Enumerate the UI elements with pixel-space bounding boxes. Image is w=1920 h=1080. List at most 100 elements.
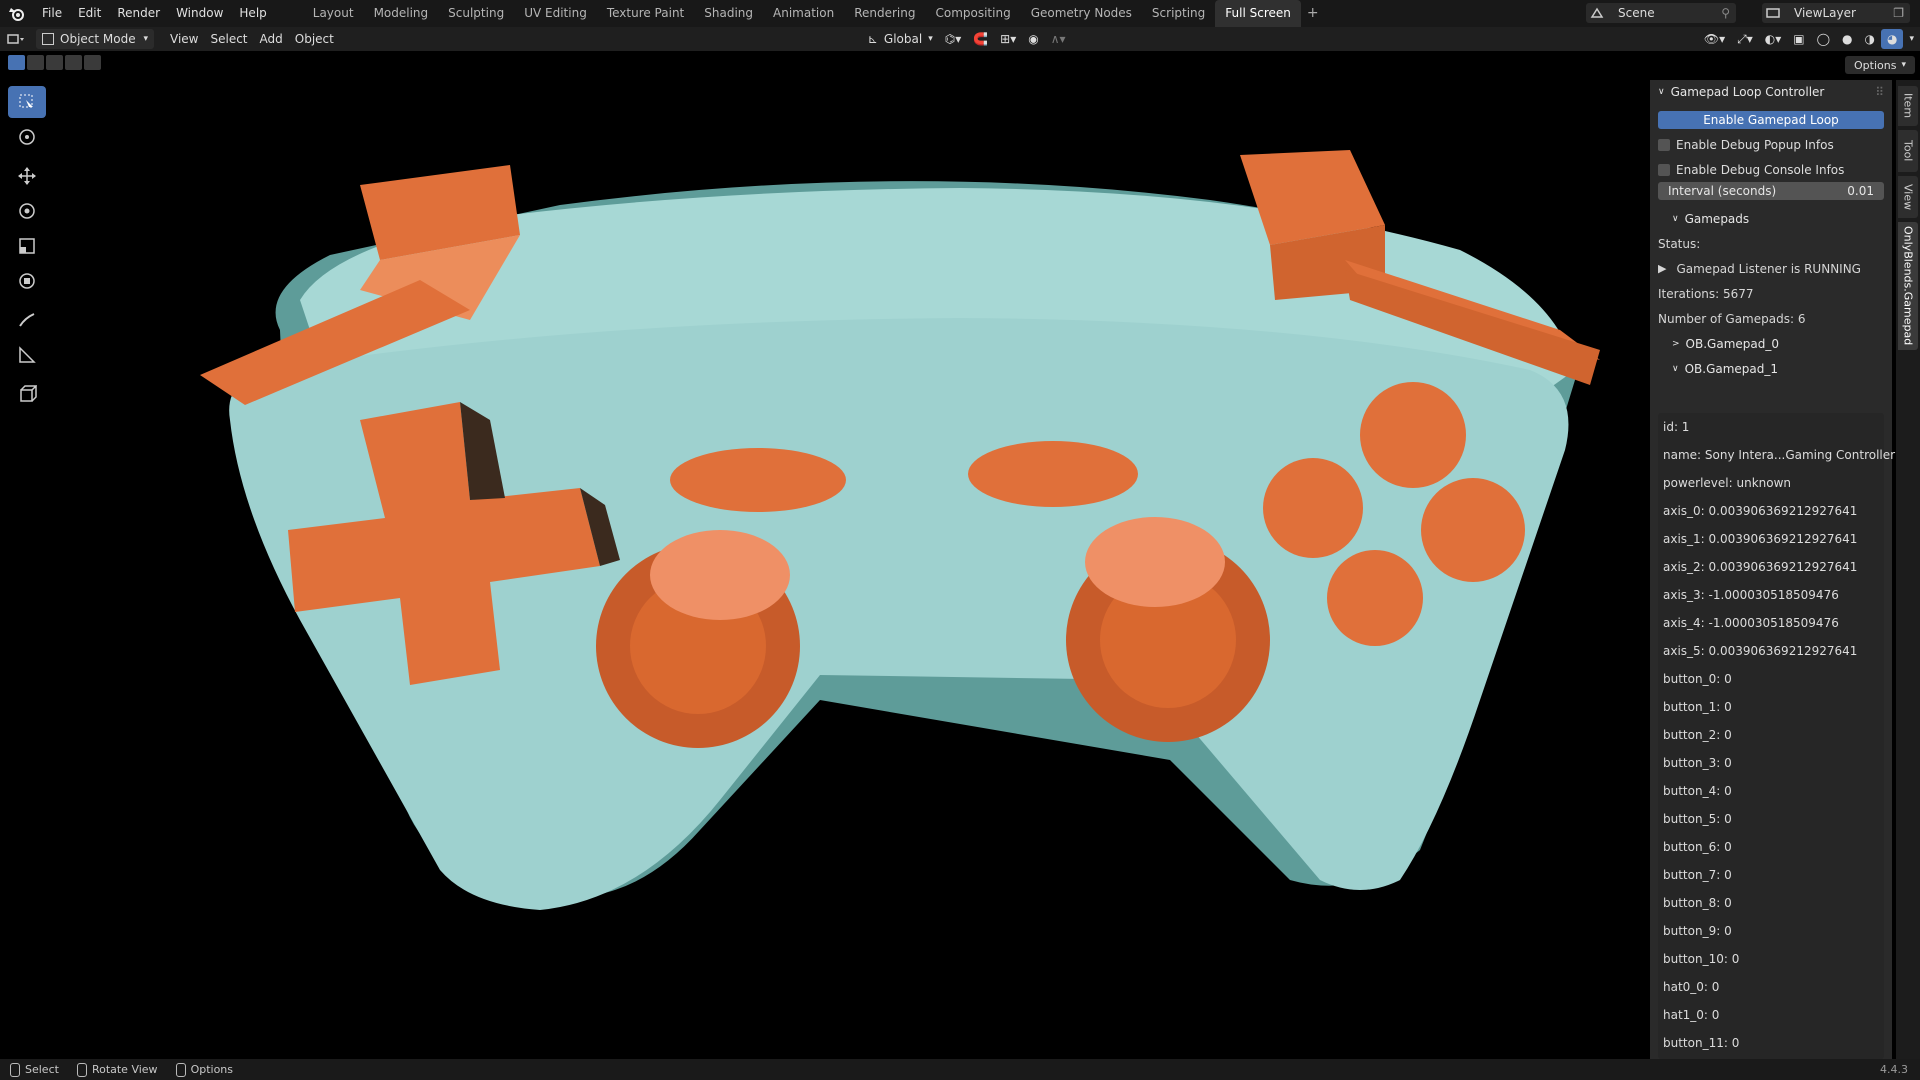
falloff-icon[interactable]: ∧▾	[1045, 29, 1072, 49]
menu-edit[interactable]: Edit	[70, 0, 109, 27]
tab-tool[interactable]: Tool	[1898, 130, 1918, 172]
select-extend-icon[interactable]	[27, 55, 44, 70]
mouse-right-icon	[175, 1062, 186, 1077]
proportional-edit-icon[interactable]: ◉	[1022, 29, 1044, 49]
viewport-header: Object Mode ▾ View Select Add Object ⊾ G…	[0, 27, 1920, 51]
gamepad-0-header[interactable]: > OB.Gamepad_0	[1650, 331, 1892, 356]
scale-tool-icon[interactable]	[8, 230, 46, 262]
viewlayer-selector[interactable]: ViewLayer ❐	[1762, 3, 1910, 23]
tab-item[interactable]: Item	[1898, 86, 1918, 126]
selection-mode-group	[8, 55, 101, 70]
tab-scripting[interactable]: Scripting	[1142, 0, 1215, 27]
debug-popup-checkbox[interactable]	[1658, 138, 1670, 151]
mode-dropdown[interactable]: Object Mode ▾	[36, 29, 154, 49]
blender-logo-icon[interactable]	[0, 6, 34, 22]
orientation-dropdown[interactable]: ⊾ Global ▾	[862, 29, 939, 49]
visibility-icon[interactable]: 👁▾	[1698, 29, 1731, 49]
gamepad-1-label: OB.Gamepad_1	[1684, 361, 1779, 376]
tab-modeling[interactable]: Modeling	[364, 0, 439, 27]
tab-compositing[interactable]: Compositing	[925, 0, 1020, 27]
info-row: button_1: 0	[1663, 700, 1732, 714]
tab-item-label: Item	[1901, 93, 1915, 119]
menu-select[interactable]: Select	[204, 29, 253, 49]
viewlayer-icon	[1762, 7, 1784, 19]
menu-object[interactable]: Object	[289, 29, 340, 49]
enable-gamepad-loop-button[interactable]: Enable Gamepad Loop	[1658, 111, 1884, 129]
tab-layout[interactable]: Layout	[303, 0, 364, 27]
menu-help[interactable]: Help	[231, 0, 274, 27]
snap-target-icon[interactable]: ⊞▾	[994, 29, 1022, 49]
tab-texture-paint[interactable]: Texture Paint	[597, 0, 694, 27]
scene-selector[interactable]: Scene ⚲	[1586, 3, 1736, 23]
add-workspace-icon[interactable]: +	[1301, 0, 1325, 27]
info-row: button_11: 0	[1663, 1036, 1740, 1050]
select-new-icon[interactable]	[8, 55, 25, 70]
tab-view[interactable]: View	[1898, 176, 1918, 218]
3d-viewport[interactable]	[0, 51, 1650, 1059]
copy-icon[interactable]: ❐	[1893, 6, 1904, 20]
rotate-tool-icon[interactable]	[8, 195, 46, 227]
rendered-shading-icon[interactable]: ◕	[1880, 29, 1904, 49]
status-rotate: Rotate View	[76, 1062, 158, 1077]
chevron-down-icon: ∨	[1658, 87, 1665, 97]
menu-view[interactable]: View	[164, 29, 204, 49]
tab-geometry-nodes[interactable]: Geometry Nodes	[1021, 0, 1142, 27]
editor-type-button[interactable]	[0, 29, 32, 49]
tab-full-screen[interactable]: Full Screen	[1215, 0, 1301, 27]
chevron-down-icon: ▾	[1901, 60, 1906, 70]
iterations-text: Iterations: 5677	[1658, 286, 1754, 301]
gizmo-icon[interactable]: ⤢▾	[1731, 29, 1759, 49]
info-row: button_9: 0	[1663, 924, 1732, 938]
info-row: button_3: 0	[1663, 756, 1732, 770]
tab-shading[interactable]: Shading	[694, 0, 763, 27]
move-tool-icon[interactable]	[8, 160, 46, 192]
menu-file[interactable]: File	[34, 0, 70, 27]
debug-console-checkbox-row[interactable]: Enable Debug Console Infos	[1650, 157, 1892, 182]
snap-icon[interactable]: 🧲	[967, 29, 994, 49]
annotate-tool-icon[interactable]	[8, 304, 46, 336]
select-invert-icon[interactable]	[65, 55, 82, 70]
wireframe-shading-icon[interactable]: ◯	[1811, 29, 1836, 49]
info-row: button_10: 0	[1663, 952, 1740, 966]
drag-handle-icon[interactable]: ⠿	[1875, 85, 1884, 99]
shading-options-chevron-icon[interactable]: ▾	[1903, 29, 1920, 49]
debug-popup-checkbox-row[interactable]: Enable Debug Popup Infos	[1650, 132, 1892, 157]
select-intersect-icon[interactable]	[84, 55, 101, 70]
debug-console-checkbox[interactable]	[1658, 163, 1670, 176]
tab-animation[interactable]: Animation	[763, 0, 844, 27]
overlay-icon[interactable]: ◐▾	[1759, 29, 1788, 49]
solid-shading-icon[interactable]: ●	[1836, 29, 1858, 49]
gamepads-subpanel-header[interactable]: ∨ Gamepads	[1650, 206, 1892, 231]
viewport-options-button[interactable]: Options ▾	[1845, 56, 1915, 74]
menu-window[interactable]: Window	[168, 0, 231, 27]
gamepad-0-label: OB.Gamepad_0	[1685, 336, 1779, 351]
tab-rendering[interactable]: Rendering	[844, 0, 925, 27]
info-row: button_2: 0	[1663, 728, 1732, 742]
select-box-tool-icon[interactable]	[8, 86, 46, 118]
interval-field[interactable]: Interval (seconds) 0.01	[1658, 182, 1884, 200]
cursor-tool-icon[interactable]	[8, 121, 46, 153]
num-gamepads-text: Number of Gamepads: 6	[1658, 311, 1806, 326]
tab-sculpting[interactable]: Sculpting	[438, 0, 514, 27]
info-row: name: Sony Intera...Gaming Controller 4	[1663, 448, 1907, 462]
transform-tool-icon[interactable]	[8, 265, 46, 297]
measure-tool-icon[interactable]	[8, 339, 46, 371]
add-cube-tool-icon[interactable]	[8, 378, 46, 410]
gamepad-1-header[interactable]: ∨ OB.Gamepad_1	[1650, 356, 1892, 381]
material-shading-icon[interactable]: ◑	[1859, 29, 1881, 49]
status-options: Options	[175, 1062, 233, 1077]
panel-header[interactable]: ∨ Gamepad Loop Controller ⠿	[1650, 80, 1892, 104]
version-label: 4.4.3	[1880, 1063, 1908, 1076]
menu-add[interactable]: Add	[254, 29, 289, 49]
scene-label: Scene	[1618, 6, 1655, 20]
select-subtract-icon[interactable]	[46, 55, 63, 70]
tab-uv-editing[interactable]: UV Editing	[514, 0, 597, 27]
pin-icon[interactable]: ⚲	[1721, 6, 1730, 20]
xray-icon[interactable]: ▣	[1787, 29, 1810, 49]
debug-console-label: Enable Debug Console Infos	[1676, 162, 1845, 177]
menu-render[interactable]: Render	[109, 0, 168, 27]
interval-label: Interval (seconds)	[1668, 184, 1777, 198]
pivot-icon[interactable]: ⌬▾	[939, 29, 968, 49]
info-row: axis_1: 0.003906369212927641	[1663, 532, 1858, 546]
tab-onlyblends-gamepad[interactable]: OnlyBlends.Gamepad	[1898, 222, 1918, 350]
